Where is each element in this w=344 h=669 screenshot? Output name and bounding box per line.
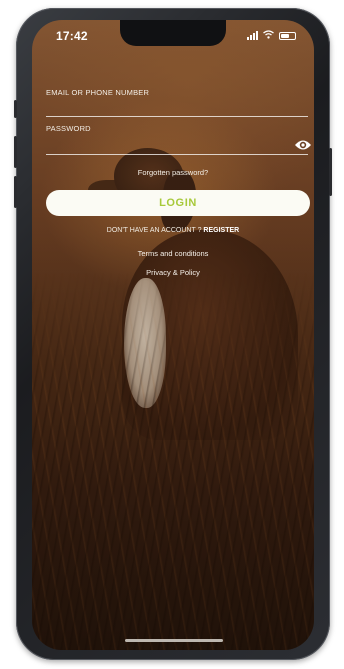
- app-screen: 17:42 EMAIL OR PHONE NUMBER PASSWORD For…: [32, 20, 314, 650]
- password-label: PASSWORD: [46, 124, 91, 133]
- status-icons: [247, 30, 296, 41]
- volume-up-button: [14, 136, 17, 168]
- email-field[interactable]: [46, 100, 282, 114]
- privacy-link[interactable]: Privacy & Policy: [32, 268, 314, 277]
- dim-overlay: [32, 20, 314, 650]
- silent-switch: [14, 100, 17, 118]
- login-button[interactable]: LOGIN: [46, 190, 310, 216]
- status-time: 17:42: [56, 29, 88, 43]
- password-field[interactable]: [46, 138, 282, 152]
- email-label: EMAIL OR PHONE NUMBER: [46, 88, 150, 97]
- password-underline: [46, 154, 308, 155]
- register-prompt: DON'T HAVE AN ACCOUNT ?: [106, 227, 202, 234]
- forgot-password-link[interactable]: Forgotten password?: [32, 168, 314, 177]
- volume-down-button: [14, 176, 17, 208]
- terms-link[interactable]: Terms and conditions: [32, 249, 314, 258]
- battery-icon: [279, 31, 296, 40]
- email-underline: [46, 116, 308, 117]
- signal-icon: [247, 31, 258, 40]
- power-button: [329, 148, 332, 196]
- register-link[interactable]: REGISTER: [203, 227, 239, 234]
- background-photo: [32, 20, 314, 650]
- wifi-icon: [263, 30, 274, 41]
- eye-icon[interactable]: [294, 138, 312, 150]
- camera-notch: [120, 20, 226, 46]
- register-row: DON'T HAVE AN ACCOUNT ? REGISTER: [32, 227, 314, 234]
- home-indicator[interactable]: [125, 639, 223, 642]
